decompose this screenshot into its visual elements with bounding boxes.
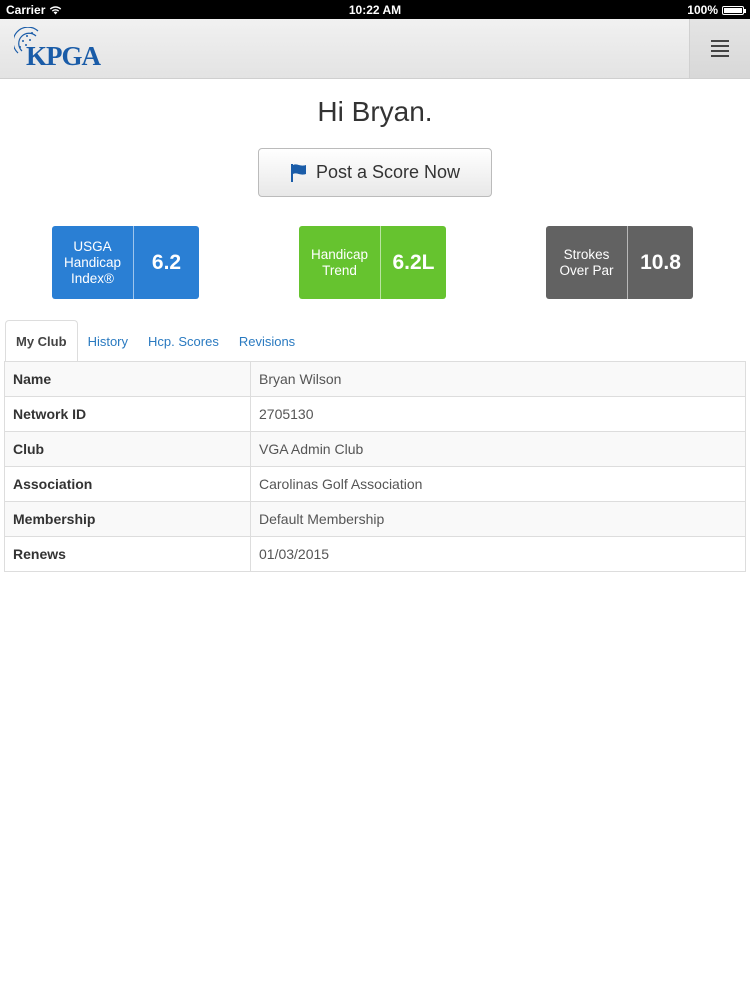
club-info-table: Name Bryan Wilson Network ID 2705130 Clu… (4, 361, 746, 572)
flag-icon (290, 163, 306, 182)
tab-history[interactable]: History (78, 320, 138, 362)
row-key: Name (4, 361, 251, 397)
nav-bar: KPGA (0, 19, 750, 79)
greeting-title: Hi Bryan. (317, 96, 433, 127)
kpga-logo[interactable]: KPGA (14, 27, 101, 71)
table-row: Renews 01/03/2015 (4, 536, 746, 572)
row-value: 2705130 (250, 396, 746, 432)
stat-usga-handicap-index[interactable]: USGA Handicap Index® 6.2 (52, 226, 199, 299)
menu-button[interactable] (689, 19, 750, 78)
stat-value: 10.8 (640, 250, 681, 274)
row-value: Carolinas Golf Association (250, 466, 746, 502)
stat-label: Strokes Over Par (546, 226, 628, 299)
stat-value: 6.2L (392, 250, 435, 274)
table-row: Membership Default Membership (4, 501, 746, 537)
row-key: Association (4, 466, 251, 502)
status-time: 10:22 AM (348, 3, 402, 17)
tab-hcp-scores[interactable]: Hcp. Scores (138, 320, 229, 362)
table-row: Network ID 2705130 (4, 396, 746, 432)
battery-percent: 100% (687, 3, 718, 17)
table-row: Club VGA Admin Club (4, 431, 746, 467)
tab-bar: My Club History Hcp. Scores Revisions (5, 319, 746, 363)
status-right: 100% (687, 3, 746, 17)
stat-value: 6.2 (151, 250, 182, 274)
post-score-button[interactable]: Post a Score Now (258, 148, 492, 197)
row-key: Network ID (4, 396, 251, 432)
row-key: Renews (4, 536, 251, 572)
row-value: 01/03/2015 (250, 536, 746, 572)
row-value: VGA Admin Club (250, 431, 746, 467)
stat-strokes-over-par[interactable]: Strokes Over Par 10.8 (546, 226, 693, 299)
battery-icon (722, 5, 746, 15)
stat-label: Handicap Trend (299, 226, 381, 299)
tab-revisions[interactable]: Revisions (229, 320, 305, 362)
logo-text: KPGA (26, 41, 101, 71)
stat-handicap-trend[interactable]: Handicap Trend 6.2L (299, 226, 446, 299)
hamburger-menu-icon (711, 37, 729, 60)
row-key: Club (4, 431, 251, 467)
table-row: Association Carolinas Golf Association (4, 466, 746, 502)
stat-label: USGA Handicap Index® (52, 226, 134, 299)
row-value: Bryan Wilson (250, 361, 746, 397)
row-key: Membership (4, 501, 251, 537)
tab-my-club[interactable]: My Club (5, 320, 78, 363)
table-row: Name Bryan Wilson (4, 361, 746, 397)
row-value: Default Membership (250, 501, 746, 537)
status-bar: Carrier 10:22 AM 100% (0, 0, 750, 19)
post-score-label: Post a Score Now (315, 162, 461, 182)
